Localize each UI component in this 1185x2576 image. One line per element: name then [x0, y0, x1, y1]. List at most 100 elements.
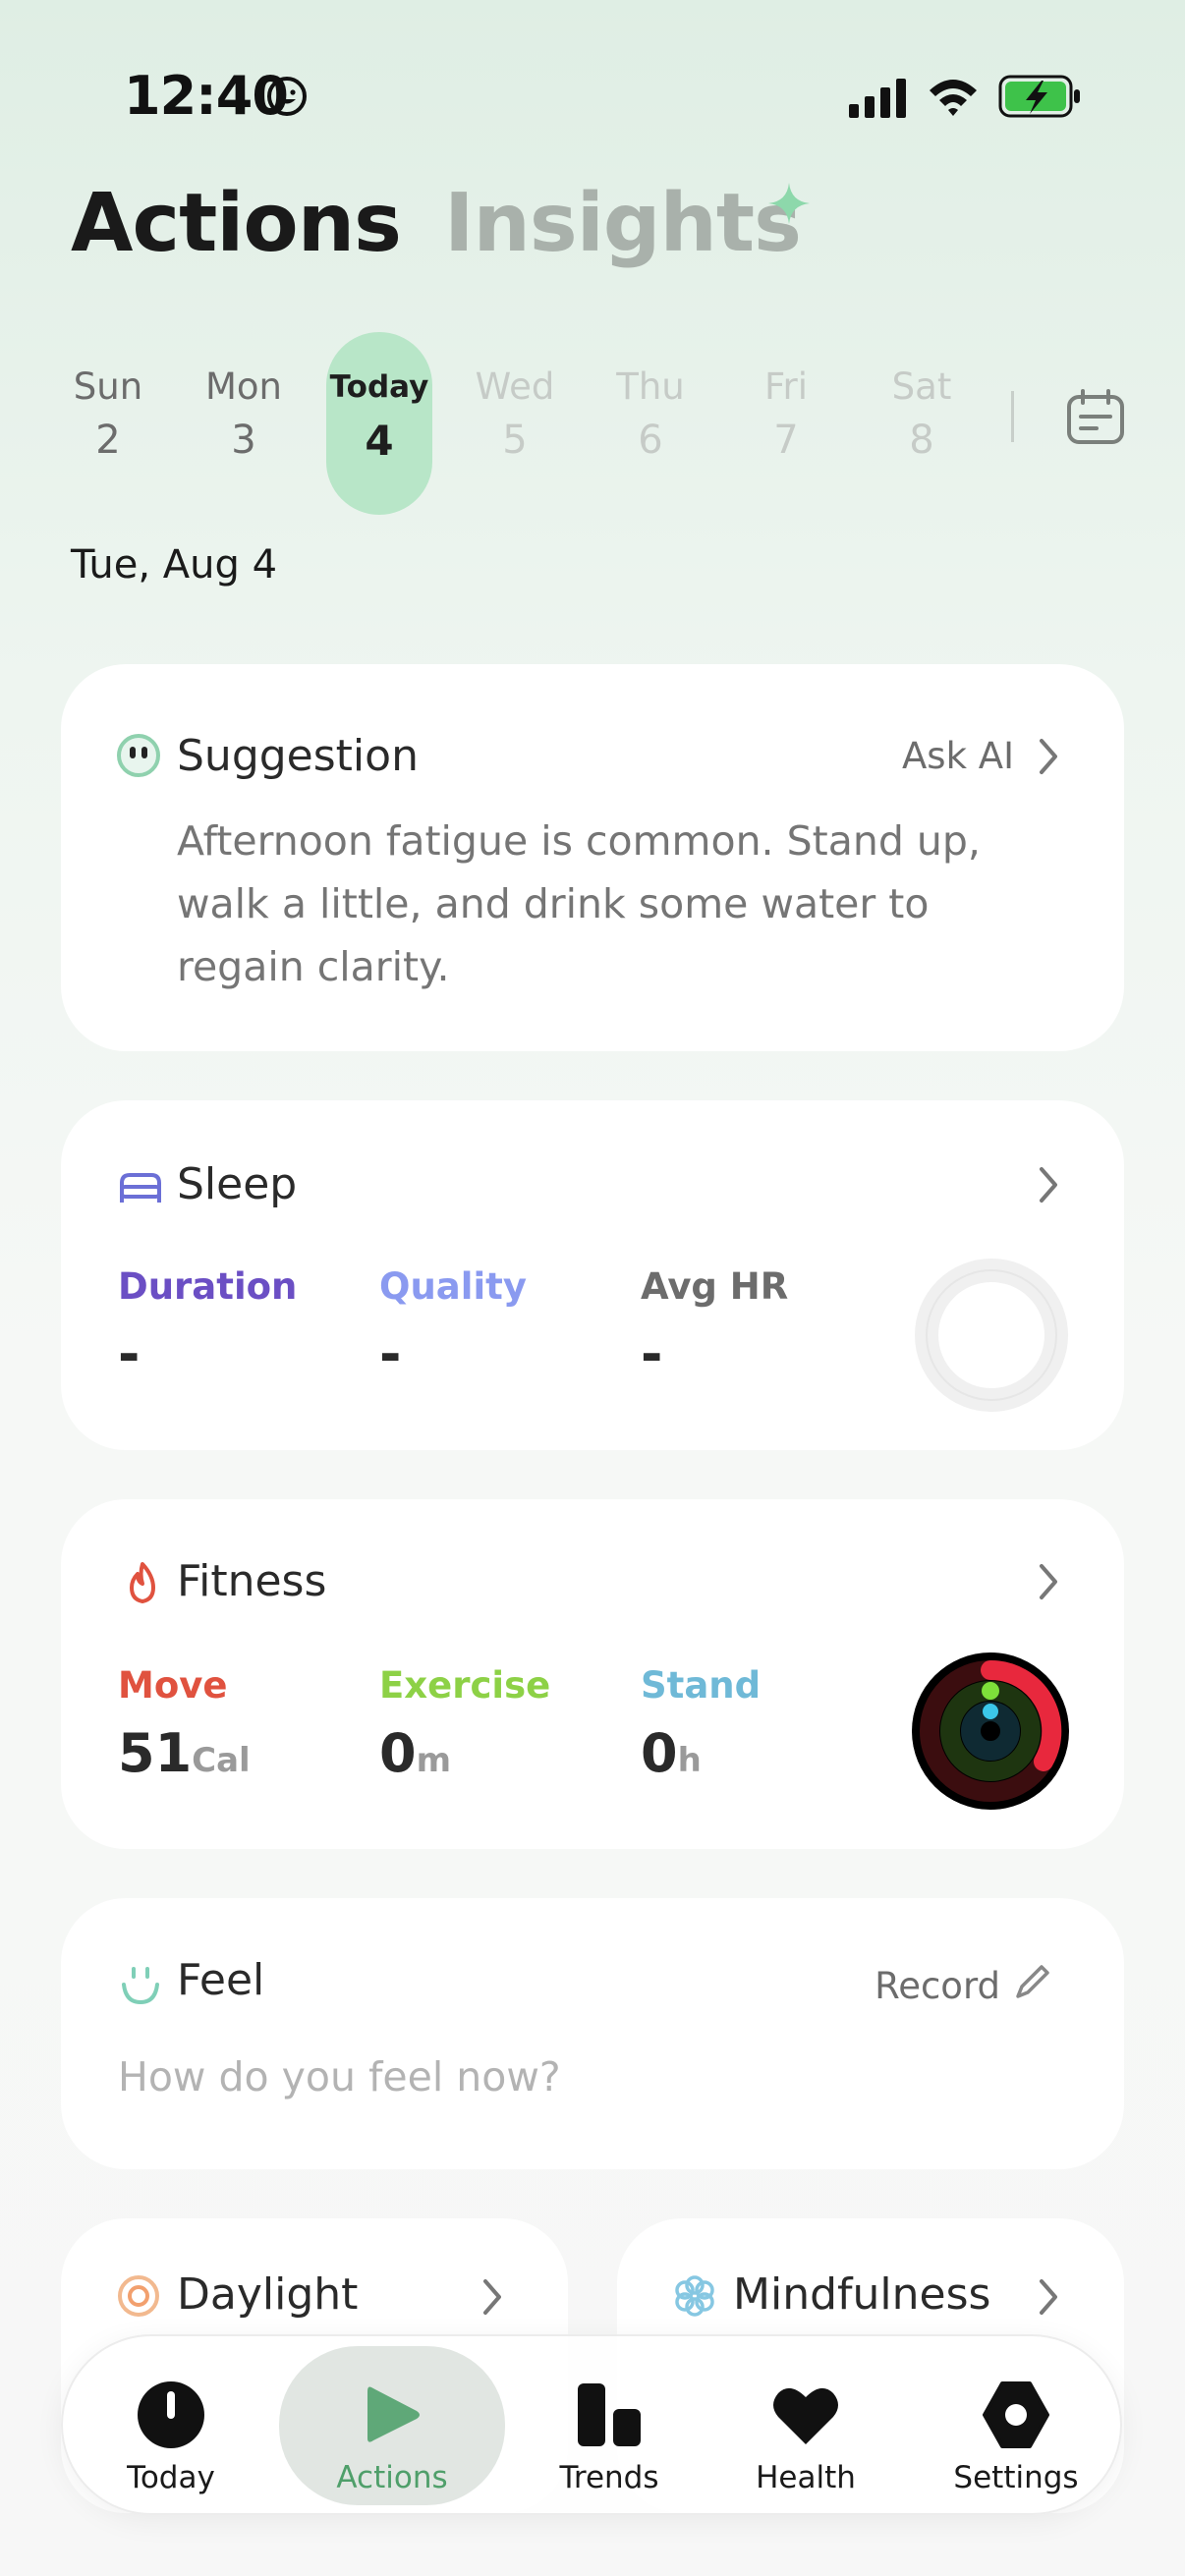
sleep-quality: Quality - — [379, 1265, 527, 1385]
suggestion-text: Afternoon fatigue is common. Stand up, w… — [177, 817, 981, 990]
sleep-card[interactable]: Sleep Duration - Quality - Avg HR - — [61, 1100, 1124, 1450]
chevron-right-icon[interactable] — [478, 2275, 507, 2319]
metric-value: 51Cal — [118, 1722, 251, 1784]
nav-label: Actions — [336, 2460, 448, 2495]
metric-label: Quality — [379, 1265, 527, 1308]
sparkle-icon — [768, 183, 810, 224]
ai-face-icon — [117, 734, 160, 777]
chevron-right-icon[interactable] — [1034, 2275, 1063, 2319]
metric-number: 0 — [641, 1722, 678, 1784]
week-divider — [1011, 391, 1014, 442]
day-thu[interactable]: Thu 6 — [596, 332, 705, 515]
nav-today[interactable]: Today — [63, 2346, 279, 2505]
day-number: 4 — [365, 417, 394, 465]
day-name: Thu — [616, 365, 685, 408]
fitness-card[interactable]: Fitness Move 51Cal Exercise 0m Stand 0h — [61, 1499, 1124, 1849]
day-sat[interactable]: Sat 8 — [868, 332, 976, 515]
day-today[interactable]: Today 4 — [326, 332, 432, 515]
smiley-icon — [267, 77, 307, 116]
selected-date: Tue, Aug 4 — [71, 542, 278, 588]
status-bar: 12:40 — [0, 59, 1185, 138]
record-button[interactable]: Record — [875, 1965, 1000, 2007]
calendar-icon[interactable] — [1065, 387, 1126, 448]
heart-icon — [773, 2387, 838, 2444]
sleep-avg-hr: Avg HR - — [641, 1265, 788, 1385]
sleep-title: Sleep — [177, 1159, 298, 1209]
nav-label: Today — [127, 2460, 215, 2495]
nav-label: Settings — [953, 2460, 1079, 2495]
fitness-title: Fitness — [177, 1556, 327, 1606]
chevron-right-icon[interactable] — [1034, 1560, 1063, 1603]
metric-label: Duration — [118, 1265, 298, 1308]
play-icon — [367, 2386, 420, 2442]
feel-card[interactable]: Feel Record How do you feel now? — [61, 1898, 1124, 2169]
tab-insights[interactable]: Insights — [444, 177, 802, 270]
day-sun[interactable]: Sun 2 — [54, 332, 162, 515]
nav-health[interactable]: Health — [707, 2346, 904, 2505]
metric-value: 0m — [379, 1722, 550, 1784]
suggestion-title: Suggestion — [177, 731, 419, 781]
fitness-stand: Stand 0h — [641, 1664, 761, 1784]
metric-unit: Cal — [192, 1741, 251, 1780]
metric-number: 0 — [379, 1722, 417, 1784]
feel-input[interactable]: How do you feel now? — [118, 2053, 561, 2100]
day-number: 5 — [502, 418, 528, 463]
week-strip: Sun 2 Mon 3 Today 4 Wed 5 Thu 6 Fri 7 Sa… — [0, 332, 1185, 519]
suggestion-card[interactable]: Suggestion Ask AI Afternoon fatigue is c… — [61, 664, 1124, 1051]
sun-icon — [118, 2275, 159, 2317]
chevron-right-icon[interactable] — [1034, 735, 1063, 778]
day-name: Wed — [475, 365, 555, 408]
flower-icon — [675, 2275, 714, 2317]
ask-ai-button[interactable]: Ask AI — [902, 735, 1014, 777]
daylight-title: Daylight — [177, 2269, 359, 2320]
sleep-ring — [915, 1259, 1068, 1412]
day-name: Mon — [204, 365, 282, 408]
flame-icon — [130, 1562, 155, 1603]
metric-label: Avg HR — [641, 1265, 789, 1308]
pencil-icon[interactable] — [1012, 1963, 1051, 2002]
day-name: Sat — [891, 365, 952, 408]
bed-icon — [120, 1173, 161, 1203]
feel-title: Feel — [177, 1955, 265, 2005]
metric-number: 51 — [118, 1722, 193, 1784]
cellular-signal-icon — [849, 79, 906, 118]
day-number: 8 — [909, 418, 934, 463]
mindfulness-title: Mindfulness — [733, 2269, 991, 2320]
nav-actions[interactable]: Actions — [279, 2346, 505, 2505]
metric-value: - — [379, 1323, 402, 1385]
tab-actions[interactable]: Actions — [71, 177, 402, 270]
bottom-nav: Today Actions Trends Health Settings — [61, 2334, 1122, 2515]
chevron-right-icon[interactable] — [1034, 1163, 1063, 1206]
nav-label: Health — [756, 2460, 856, 2495]
smile-icon — [122, 1967, 159, 2005]
metric-unit: m — [416, 1741, 452, 1780]
wifi-icon — [930, 80, 977, 116]
fitness-exercise: Exercise 0m — [379, 1664, 550, 1784]
battery-charging-icon — [998, 75, 1080, 118]
gear-icon — [983, 2381, 1049, 2448]
metric-value: 0h — [641, 1722, 761, 1784]
sleep-duration: Duration - — [118, 1265, 297, 1385]
fitness-move: Move 51Cal — [118, 1664, 251, 1784]
nav-label: Trends — [559, 2460, 659, 2495]
metric-value: - — [118, 1323, 141, 1385]
nav-settings[interactable]: Settings — [908, 2346, 1124, 2505]
metric-value: - — [641, 1323, 663, 1385]
clock-icon — [138, 2381, 204, 2448]
day-mon[interactable]: Mon 3 — [190, 332, 298, 515]
day-number: 3 — [231, 418, 256, 463]
metric-unit: h — [677, 1741, 702, 1780]
status-time: 12:40 — [124, 65, 289, 127]
day-fri[interactable]: Fri 7 — [732, 332, 840, 515]
day-name: Fri — [763, 365, 809, 408]
day-name: Today — [329, 369, 429, 405]
day-name: Sun — [73, 365, 143, 408]
day-number: 6 — [638, 418, 663, 463]
nav-trends[interactable]: Trends — [511, 2346, 707, 2505]
bar-chart-icon — [578, 2383, 641, 2446]
metric-label: Stand — [641, 1664, 762, 1707]
metric-label: Move — [118, 1664, 228, 1707]
activity-rings — [912, 1652, 1069, 1810]
day-wed[interactable]: Wed 5 — [461, 332, 569, 515]
metric-label: Exercise — [379, 1664, 551, 1707]
